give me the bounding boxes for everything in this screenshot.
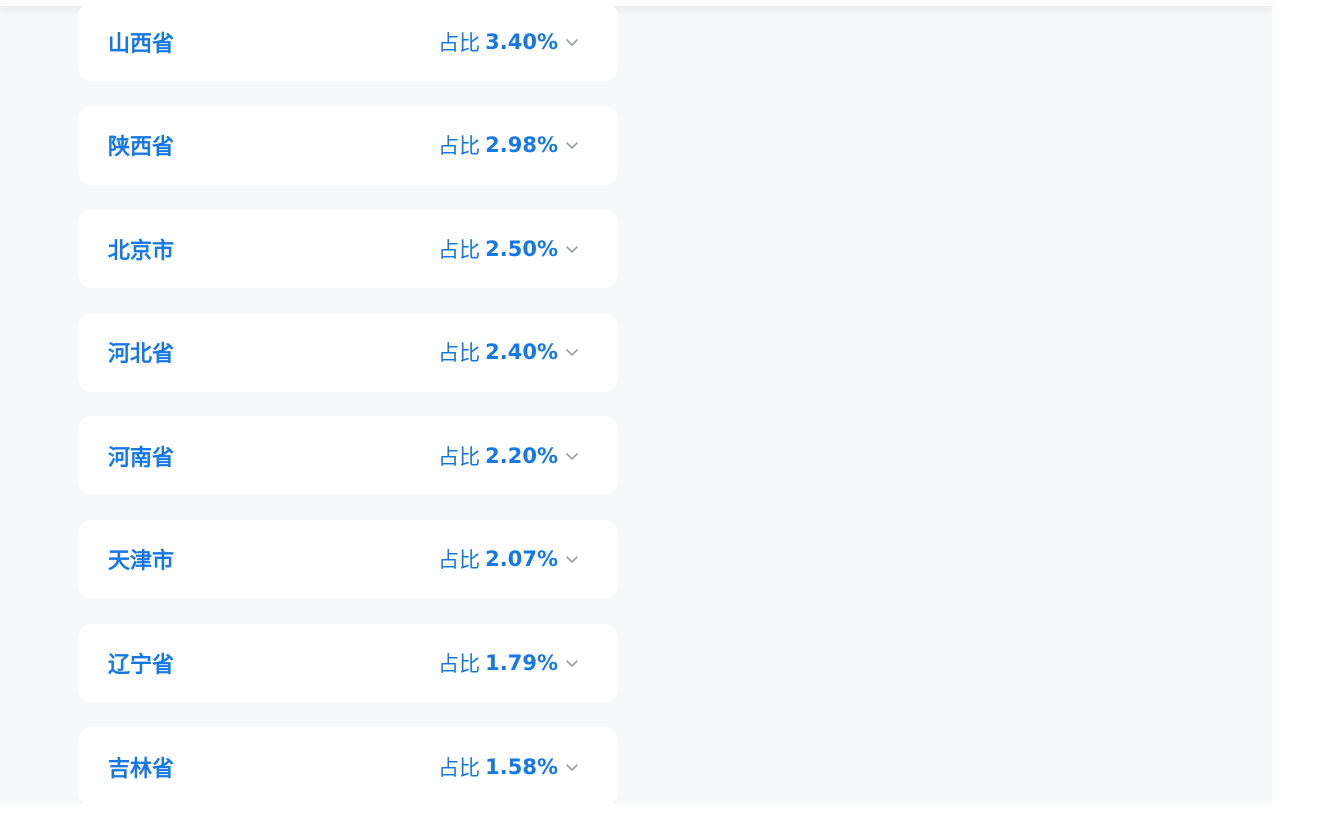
chevron-down-icon[interactable] xyxy=(564,655,580,671)
chevron-down-icon[interactable] xyxy=(564,241,580,257)
region-share: 占比 2.50% xyxy=(438,234,580,264)
share-value: 3.40% xyxy=(485,29,558,54)
region-row-henan[interactable]: 河南省 占比 2.20% xyxy=(78,416,618,496)
content-panel: 山西省 占比 3.40% 陕西省 占比 2.98% 北京市 占比 2.50% 河… xyxy=(0,0,1272,807)
region-row-tianjin[interactable]: 天津市 占比 2.07% xyxy=(78,519,618,599)
region-share: 占比 3.40% xyxy=(438,27,580,57)
region-share: 占比 1.79% xyxy=(438,648,580,678)
share-label: 占比 xyxy=(438,652,481,677)
region-share: 占比 1.58% xyxy=(438,752,580,782)
chevron-down-icon[interactable] xyxy=(564,137,580,153)
share-value: 1.58% xyxy=(485,754,558,779)
region-share: 占比 2.07% xyxy=(438,544,580,574)
region-name: 吉林省 xyxy=(108,756,175,782)
region-name: 辽宁省 xyxy=(108,653,175,679)
region-row-liaoning[interactable]: 辽宁省 占比 1.79% xyxy=(78,623,618,703)
region-row-jilin[interactable]: 吉林省 占比 1.58% xyxy=(78,727,618,807)
chevron-down-icon[interactable] xyxy=(564,551,580,567)
share-label: 占比 xyxy=(438,444,481,469)
region-share: 占比 2.98% xyxy=(438,130,580,160)
share-label: 占比 xyxy=(438,30,481,55)
chevron-down-icon[interactable] xyxy=(564,448,580,464)
region-name: 河南省 xyxy=(108,445,175,471)
share-value: 1.79% xyxy=(485,651,558,676)
region-list: 山西省 占比 3.40% 陕西省 占比 2.98% 北京市 占比 2.50% 河… xyxy=(78,2,618,831)
chevron-down-icon[interactable] xyxy=(564,34,580,50)
share-value: 2.98% xyxy=(485,133,558,158)
region-name: 陕西省 xyxy=(108,135,175,161)
region-row-shanxi[interactable]: 山西省 占比 3.40% xyxy=(78,2,618,81)
share-label: 占比 xyxy=(438,755,481,780)
region-row-hebei[interactable]: 河北省 占比 2.40% xyxy=(78,312,618,392)
share-label: 占比 xyxy=(438,237,481,262)
chevron-down-icon[interactable] xyxy=(564,344,580,360)
share-value: 2.20% xyxy=(485,443,558,468)
region-row-shaanxi[interactable]: 陕西省 占比 2.98% xyxy=(78,105,618,185)
share-value: 2.50% xyxy=(485,236,558,261)
chevron-down-icon[interactable] xyxy=(564,759,580,775)
share-label: 占比 xyxy=(438,134,481,159)
share-label: 占比 xyxy=(438,548,481,573)
share-label: 占比 xyxy=(438,341,481,366)
region-name: 天津市 xyxy=(108,549,175,575)
region-share: 占比 2.20% xyxy=(438,441,580,471)
region-row-beijing[interactable]: 北京市 占比 2.50% xyxy=(78,209,618,289)
region-share: 占比 2.40% xyxy=(438,337,580,367)
share-value: 2.07% xyxy=(485,547,558,572)
region-name: 山西省 xyxy=(108,31,175,57)
region-name: 河北省 xyxy=(108,342,175,368)
region-name: 北京市 xyxy=(108,238,175,264)
share-value: 2.40% xyxy=(485,340,558,365)
